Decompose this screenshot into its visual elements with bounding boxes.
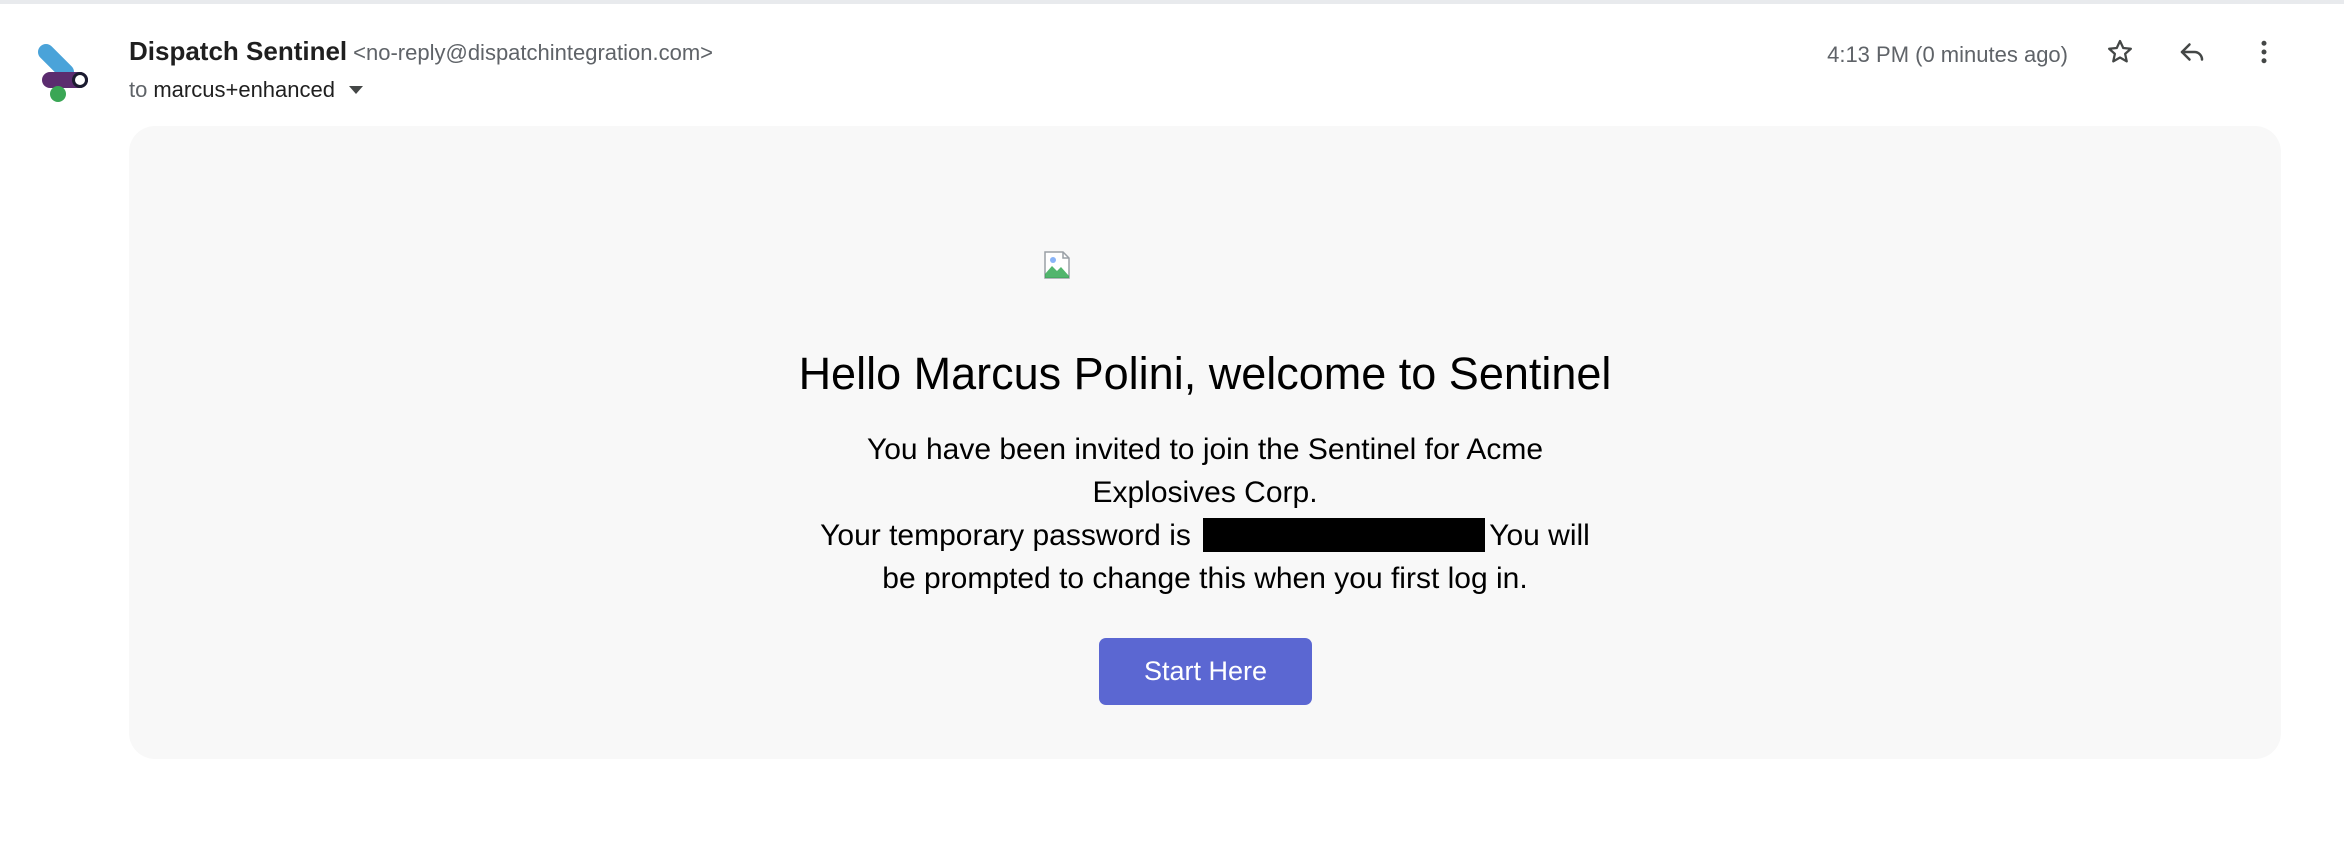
password-line: Your temporary password is You will (129, 514, 2281, 557)
message-timestamp: 4:13 PM (0 minutes ago) (1827, 42, 2068, 67)
recipient-line: to marcus+enhanced (129, 77, 713, 103)
password-prefix: Your temporary password is (820, 519, 1191, 552)
top-divider (0, 0, 2344, 4)
reply-icon (2177, 37, 2207, 72)
more-options-button[interactable] (2244, 34, 2284, 74)
start-here-button[interactable]: Start Here (1099, 638, 1312, 705)
more-vertical-icon (2249, 37, 2279, 72)
recipient-name: marcus+enhanced (153, 77, 335, 102)
email-body-card: Hello Marcus Polini, welcome to Sentinel… (129, 126, 2281, 759)
email-body-text: You have been invited to join the Sentin… (129, 428, 2281, 600)
prompt-line: be prompted to change this when you firs… (882, 562, 1528, 595)
sender-line: Dispatch Sentinel <no-reply@dispatchinte… (129, 36, 713, 67)
email-headline: Hello Marcus Polini, welcome to Sentinel (798, 348, 1612, 399)
invite-line-2: Explosives Corp. (1092, 476, 1318, 509)
redacted-password (1203, 518, 1486, 552)
invite-line-1: You have been invited to join the Sentin… (866, 433, 1544, 466)
recipient-details-dropdown-icon[interactable] (348, 86, 363, 94)
sender-info: Dispatch Sentinel <no-reply@dispatchinte… (129, 36, 713, 103)
star-button[interactable] (2100, 34, 2140, 74)
password-suffix: You will (1489, 519, 1590, 552)
sender-avatar-logo (36, 42, 94, 104)
reply-button[interactable] (2172, 34, 2212, 74)
sender-name[interactable]: Dispatch Sentinel (129, 36, 347, 67)
star-outline-icon (2105, 37, 2135, 72)
sender-email: <no-reply@dispatchintegration.com> (353, 40, 714, 65)
broken-image-icon (1043, 250, 1071, 280)
to-label: to (129, 77, 148, 102)
